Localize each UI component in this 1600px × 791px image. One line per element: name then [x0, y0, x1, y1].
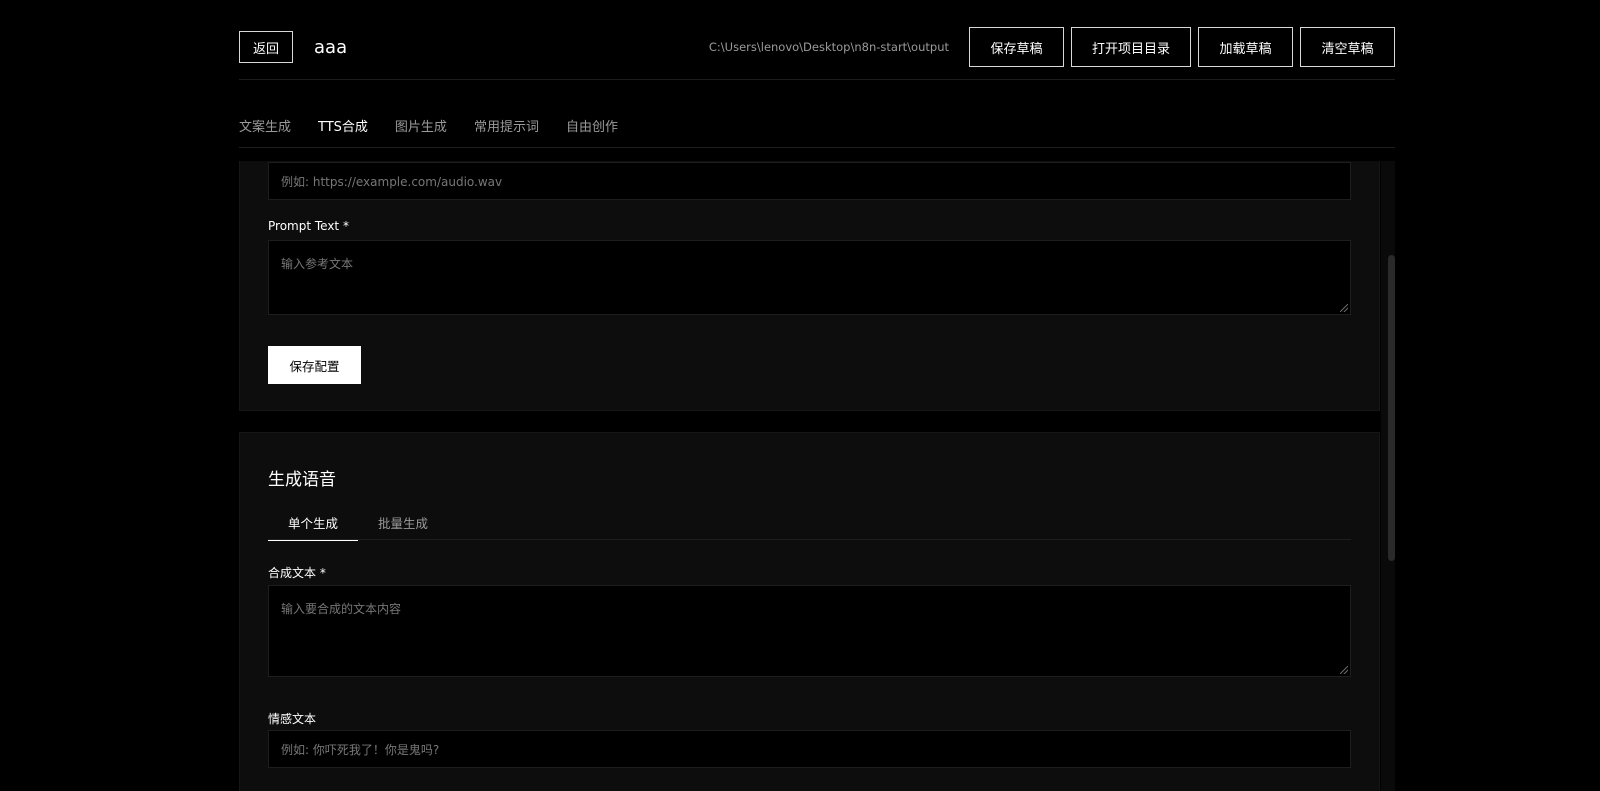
- synth-text-placeholder: 输入要合成的文本内容: [281, 602, 402, 616]
- tab-tts[interactable]: TTS合成: [318, 105, 368, 148]
- tab-single-generation[interactable]: 单个生成: [268, 505, 359, 541]
- scrollbar-thumb[interactable]: [1388, 255, 1395, 561]
- tabs-divider: [239, 147, 1395, 148]
- tab-common-prompts[interactable]: 常用提示词: [474, 105, 539, 148]
- header: 返回 aaa C:\Users\lenovo\Desktop\n8n-start…: [239, 27, 1395, 67]
- resize-handle-icon[interactable]: [1340, 304, 1348, 312]
- load-draft-button[interactable]: 加载草稿: [1198, 27, 1293, 67]
- audio-url-input[interactable]: 例如: https://example.com/audio.wav: [268, 162, 1351, 200]
- tab-image-generation[interactable]: 图片生成: [395, 105, 447, 148]
- prompt-text-label: Prompt Text *: [268, 219, 349, 233]
- emotion-text-label: 情感文本: [268, 712, 317, 726]
- tab-copywriting[interactable]: 文案生成: [239, 105, 291, 148]
- main-tabs: 文案生成 TTS合成 图片生成 常用提示词 自由创作: [239, 105, 645, 148]
- synth-text-textarea[interactable]: 输入要合成的文本内容: [268, 585, 1351, 677]
- save-config-button[interactable]: 保存配置: [268, 346, 361, 384]
- tab-free-creation[interactable]: 自由创作: [566, 105, 618, 148]
- project-name: aaa: [314, 36, 348, 58]
- project-path: C:\Users\lenovo\Desktop\n8n-start\output: [708, 40, 949, 54]
- open-project-dir-button[interactable]: 打开项目目录: [1071, 27, 1191, 67]
- tts-config-card: 例如: https://example.com/audio.wav Prompt…: [239, 161, 1380, 411]
- synth-text-label: 合成文本 *: [268, 566, 326, 580]
- resize-handle-icon[interactable]: [1340, 666, 1348, 674]
- header-divider: [239, 79, 1395, 80]
- clear-draft-button[interactable]: 清空草稿: [1300, 27, 1395, 67]
- save-draft-button[interactable]: 保存草稿: [969, 27, 1064, 67]
- generate-voice-card: 生成语音 单个生成 批量生成 合成文本 * 输入要合成的文本内容 情感文本 例如…: [239, 432, 1380, 791]
- generate-sub-tabs: 单个生成 批量生成: [268, 505, 1351, 541]
- prompt-text-textarea[interactable]: 输入参考文本: [268, 240, 1351, 315]
- emotion-text-input[interactable]: 例如: 你吓死我了！你是鬼吗?: [268, 730, 1351, 768]
- tab-batch-generation[interactable]: 批量生成: [358, 505, 448, 540]
- back-button[interactable]: 返回: [239, 31, 294, 63]
- prompt-text-placeholder: 输入参考文本: [281, 257, 354, 271]
- app-window: 返回 aaa C:\Users\lenovo\Desktop\n8n-start…: [0, 0, 1600, 791]
- content-scroll-area[interactable]: 例如: https://example.com/audio.wav Prompt…: [239, 161, 1395, 791]
- section-title: 生成语音: [268, 470, 336, 490]
